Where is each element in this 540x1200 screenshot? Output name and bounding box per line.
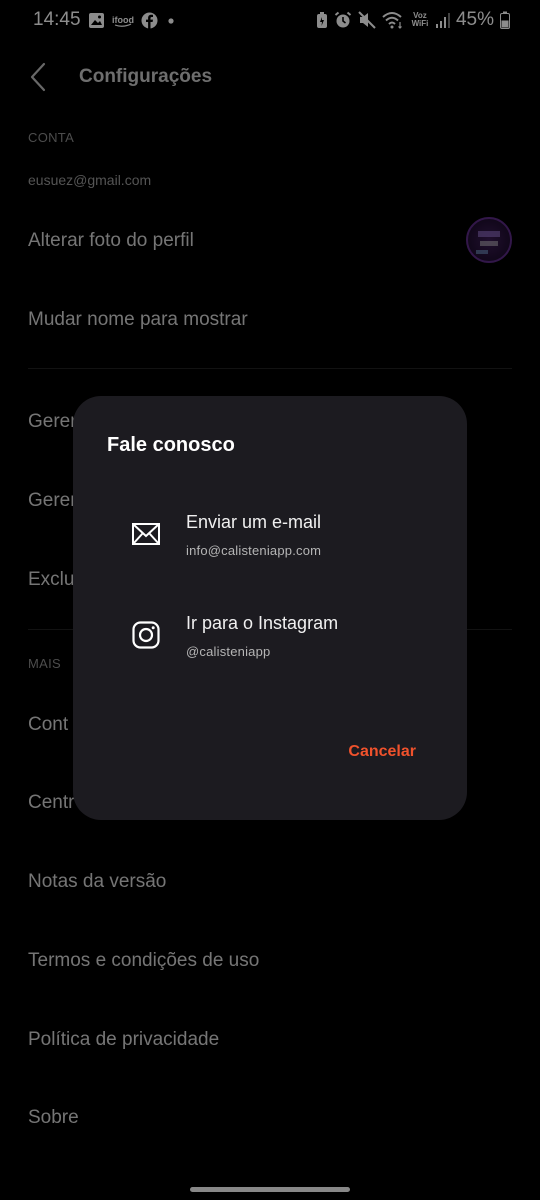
- instagram-handle: @calisteniapp: [186, 644, 271, 659]
- send-email-label: Enviar um e-mail: [186, 512, 322, 532]
- cancel-button[interactable]: Cancelar: [348, 743, 416, 761]
- gesture-navigation-bar[interactable]: [190, 1187, 350, 1192]
- mail-icon: [132, 523, 160, 545]
- instagram-label: Ir para o Instagram: [186, 613, 339, 633]
- send-email-option[interactable]: Enviar um e-mail info@calisteniapp.com: [73, 512, 467, 592]
- email-address: info@calisteniapp.com: [186, 543, 322, 558]
- contact-dialog: Fale conosco Enviar um e-mail info@calis…: [73, 396, 467, 820]
- dialog-title: Fale conosco: [107, 434, 235, 456]
- instagram-option[interactable]: Ir para o Instagram @calisteniapp: [73, 613, 467, 693]
- instagram-icon: [132, 621, 160, 649]
